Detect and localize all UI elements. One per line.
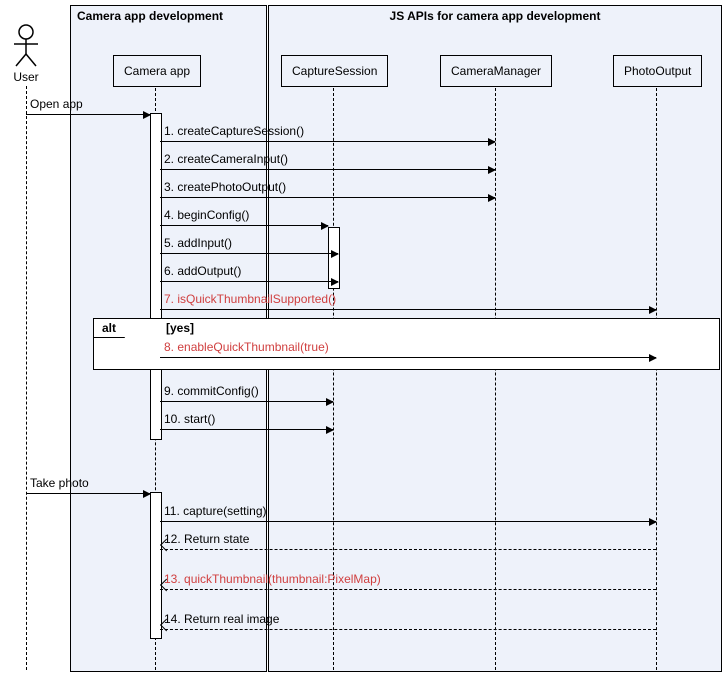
msg-11: 11. capture(setting) (160, 502, 656, 522)
msg-7: 7. isQuickThumbnailSupported() (160, 290, 656, 310)
msg-6: 6. addOutput() (160, 262, 338, 282)
participant-photo-output: PhotoOutput (613, 55, 702, 87)
msg-13: 13. quickThumbnail(thumbnail:PixelMap) (160, 570, 656, 590)
msg-10: 10. start() (160, 410, 333, 430)
participant-camera-app: Camera app (113, 55, 201, 87)
msg-5: 5. addInput() (160, 234, 338, 254)
participant-camera-manager: CameraManager (440, 55, 552, 87)
msg-14: 14. Return real image (160, 610, 656, 630)
msg-1: 1. createCaptureSession() (160, 122, 495, 142)
msg-label: 9. commitConfig() (164, 384, 259, 398)
msg-label: 10. start() (164, 412, 215, 426)
msg-take-photo: Take photo (26, 474, 150, 494)
msg-label: 3. createPhotoOutput() (164, 180, 286, 194)
msg-label: 11. capture(setting) (164, 504, 267, 518)
msg-label: 4. beginConfig() (164, 208, 249, 222)
msg-label: 8. enableQuickThumbnail(true) (164, 340, 329, 354)
actor-user: User (6, 24, 46, 84)
msg-label: 12. Return state (164, 532, 249, 546)
lifeline-user (26, 86, 27, 670)
participant-label: PhotoOutput (624, 64, 691, 78)
participant-label: CaptureSession (292, 64, 377, 78)
alt-tab-label: alt (93, 318, 130, 338)
msg-2: 2. createCameraInput() (160, 150, 495, 170)
msg-open-app: Open app (26, 95, 150, 115)
msg-label: 6. addOutput() (164, 264, 241, 278)
msg-12: 12. Return state (160, 530, 656, 550)
msg-9: 9. commitConfig() (160, 382, 333, 402)
alt-condition: [yes] (166, 321, 194, 335)
msg-label: 5. addInput() (164, 236, 232, 250)
sequence-diagram: User Camera app development JS APIs for … (0, 0, 723, 677)
box-js-apis-title: JS APIs for camera app development (269, 9, 721, 23)
msg-3: 3. createPhotoOutput() (160, 178, 495, 198)
msg-label: Take photo (30, 476, 89, 490)
msg-label: 2. createCameraInput() (164, 152, 288, 166)
msg-8: 8. enableQuickThumbnail(true) (160, 338, 656, 358)
msg-label: 1. createCaptureSession() (164, 124, 304, 138)
participant-label: Camera app (124, 64, 190, 78)
msg-4: 4. beginConfig() (160, 206, 328, 226)
msg-label: 7. isQuickThumbnailSupported() (164, 292, 336, 306)
actor-user-label: User (6, 70, 46, 84)
lifeline-photo (656, 88, 657, 670)
msg-label: Open app (30, 97, 83, 111)
msg-label: 13. quickThumbnail(thumbnail:PixelMap) (164, 572, 381, 586)
participant-label: CameraManager (451, 64, 541, 78)
box-camera-app-dev-title: Camera app development (77, 9, 223, 23)
participant-capture-session: CaptureSession (281, 55, 388, 87)
msg-label: 14. Return real image (164, 612, 279, 626)
